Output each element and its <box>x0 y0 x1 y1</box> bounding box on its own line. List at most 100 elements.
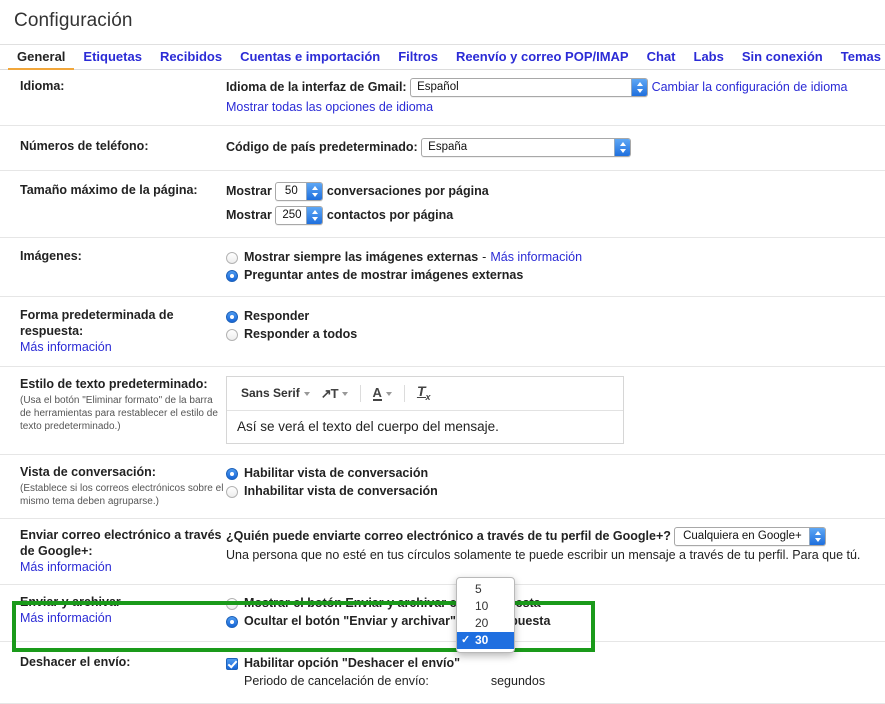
tab-recibidos[interactable]: Recibidos <box>151 47 231 69</box>
radio-reply-all-icon[interactable] <box>226 329 238 341</box>
row-default-reply-label: Forma predeterminada de respuesta: Más i… <box>0 307 226 355</box>
radio-send-archive-show-icon[interactable] <box>226 598 238 610</box>
stepper-arrows-icon[interactable] <box>809 528 825 545</box>
conversation-view-label-text: Vista de conversación: <box>20 465 156 479</box>
undo-send-period-label: Periodo de cancelación de envío: <box>244 673 429 690</box>
row-send-and-archive: Enviar y archivar Más información Mostra… <box>0 585 885 642</box>
text-style-toolbar: Sans Serif ↗T A Tx <box>227 377 623 411</box>
row-language: Idioma: Idioma de la interfaz de Gmail: … <box>0 70 885 126</box>
row-default-reply-body: Responder Responder a todos <box>226 307 885 355</box>
text-color-button[interactable]: A <box>369 384 396 403</box>
row-images-label: Imágenes: <box>0 248 226 285</box>
dropdown-option-10[interactable]: 10 <box>457 598 514 615</box>
row-google-plus-label: Enviar correo electrónico a través de Go… <box>0 527 226 575</box>
row-conversation-view: Vista de conversación: (Establece si los… <box>0 455 885 519</box>
row-undo-send: Deshacer el envío: Habilitar opción "Des… <box>0 642 885 704</box>
conversation-enable-label: Habilitar vista de conversación <box>244 465 428 482</box>
show-word-contacts: Mostrar <box>226 208 272 222</box>
font-family-value: Sans Serif <box>241 385 300 402</box>
checkbox-undo-send-icon[interactable] <box>226 658 238 670</box>
google-plus-audience-select[interactable]: Cualquiera en Google+ <box>674 527 826 546</box>
google-plus-more-info-link[interactable]: Más información <box>20 560 112 574</box>
row-phone-numbers: Números de teléfono: Código de país pred… <box>0 126 885 171</box>
google-plus-audience-value: Cualquiera en Google+ <box>675 528 809 545</box>
conversation-view-hint: (Establece si los correos electrónicos s… <box>20 482 226 508</box>
row-page-size-body: Mostrar 50 conversaciones por página Mos… <box>226 182 885 225</box>
settings-rows: Idioma: Idioma de la interfaz de Gmail: … <box>0 70 885 704</box>
stepper-arrows-icon[interactable] <box>631 79 647 96</box>
row-phone-numbers-body: Código de país predeterminado: España <box>226 138 885 157</box>
change-language-settings-link[interactable]: Cambiar la configuración de idioma <box>652 80 848 94</box>
contacts-per-page-select[interactable]: 250 <box>275 206 323 225</box>
images-more-info-link[interactable]: Más información <box>490 249 582 266</box>
row-default-text-style-label: Estilo de texto predeterminado: (Usa el … <box>0 376 226 444</box>
tab-labs[interactable]: Labs <box>685 47 733 69</box>
row-send-and-archive-body: Mostrar el botón Enviar y archivar en la… <box>226 594 885 631</box>
radio-images-always-icon[interactable] <box>226 252 238 264</box>
contacts-per-page-value: 250 <box>276 207 306 224</box>
tab-temas[interactable]: Temas <box>832 47 885 69</box>
default-text-style-editor: Sans Serif ↗T A Tx <box>226 376 624 444</box>
stepper-arrows-icon[interactable] <box>306 183 322 200</box>
images-option-ask[interactable]: Preguntar antes de mostrar imágenes exte… <box>226 267 879 284</box>
default-reply-label-text: Forma predeterminada de respuesta: <box>20 308 174 338</box>
row-google-plus-email: Enviar correo electrónico a través de Go… <box>0 519 885 585</box>
dropdown-option-5[interactable]: 5 <box>457 581 514 598</box>
send-archive-option-show[interactable]: Mostrar el botón Enviar y archivar en la… <box>226 595 879 612</box>
country-code-select[interactable]: España <box>421 138 631 157</box>
page-title-text: Configuración <box>0 0 885 32</box>
reply-option-reply-all[interactable]: Responder a todos <box>226 326 879 343</box>
language-select[interactable]: Español <box>410 78 648 97</box>
show-word-conversations: Mostrar <box>226 184 272 198</box>
stepper-arrows-icon[interactable] <box>306 207 322 224</box>
dropdown-option-30[interactable]: 30 <box>457 632 514 649</box>
row-images-body: Mostrar siempre las imágenes externas - … <box>226 248 885 285</box>
radio-reply-icon[interactable] <box>226 311 238 323</box>
radio-conversation-enable-icon[interactable] <box>226 468 238 480</box>
tab-etiquetas[interactable]: Etiquetas <box>74 47 151 69</box>
row-phone-numbers-label: Números de teléfono: <box>0 138 226 157</box>
send-archive-more-info-link[interactable]: Más información <box>20 611 112 625</box>
tab-general[interactable]: General <box>8 47 74 70</box>
conversations-per-page-value: 50 <box>276 183 306 200</box>
google-plus-question: ¿Quién puede enviarte correo electrónico… <box>226 529 671 543</box>
text-color-icon: A <box>373 386 382 401</box>
font-family-button[interactable]: Sans Serif <box>237 383 314 404</box>
tab-sin-conexion[interactable]: Sin conexión <box>733 47 832 69</box>
images-option-always[interactable]: Mostrar siempre las imágenes externas - … <box>226 249 879 266</box>
language-select-value: Español <box>411 79 631 96</box>
tab-chat[interactable]: Chat <box>638 47 685 69</box>
row-google-plus-body: ¿Quién puede enviarte correo electrónico… <box>226 527 885 575</box>
show-all-language-options-link[interactable]: Mostrar todas las opciones de idioma <box>226 100 433 114</box>
row-page-size-label: Tamaño máximo de la página: <box>0 182 226 225</box>
stepper-arrows-icon[interactable] <box>614 139 630 156</box>
reply-label: Responder <box>244 308 309 325</box>
undo-send-period-dropdown[interactable]: 5 10 20 30 <box>456 577 515 653</box>
radio-conversation-disable-icon[interactable] <box>226 486 238 498</box>
default-reply-more-info-link[interactable]: Más información <box>20 340 112 354</box>
tab-reenvio-pop-imap[interactable]: Reenvío y correo POP/IMAP <box>447 47 638 69</box>
images-ask-label: Preguntar antes de mostrar imágenes exte… <box>244 267 523 284</box>
row-send-and-archive-label: Enviar y archivar Más información <box>0 594 226 631</box>
tab-cuentas-e-importacion[interactable]: Cuentas e importación <box>231 47 389 69</box>
text-style-label-text: Estilo de texto predeterminado: <box>20 377 208 391</box>
conversations-per-page-select[interactable]: 50 <box>275 182 323 201</box>
remove-formatting-button[interactable]: Tx <box>413 382 435 406</box>
radio-images-ask-icon[interactable] <box>226 270 238 282</box>
tab-filtros[interactable]: Filtros <box>389 47 447 69</box>
row-undo-send-label: Deshacer el envío: <box>0 654 226 691</box>
send-archive-option-hide[interactable]: Ocultar el botón "Enviar y archivar" en … <box>226 613 879 630</box>
conversation-view-option-enable[interactable]: Habilitar vista de conversación <box>226 465 879 482</box>
undo-send-period-suffix: segundos <box>491 673 545 690</box>
country-code-field-label: Código de país predeterminado: <box>226 140 418 154</box>
radio-send-archive-hide-icon[interactable] <box>226 616 238 628</box>
row-images: Imágenes: Mostrar siempre las imágenes e… <box>0 238 885 297</box>
font-size-button[interactable]: ↗T <box>317 383 352 404</box>
row-conversation-view-body: Habilitar vista de conversación Inhabili… <box>226 464 885 508</box>
conversation-view-option-disable[interactable]: Inhabilitar vista de conversación <box>226 483 879 500</box>
reply-option-reply[interactable]: Responder <box>226 308 879 325</box>
google-plus-label-text: Enviar correo electrónico a través de Go… <box>20 528 221 558</box>
dropdown-option-20[interactable]: 20 <box>457 615 514 632</box>
remove-formatting-icon: Tx <box>417 384 431 404</box>
row-default-text-style-body: Sans Serif ↗T A Tx <box>226 376 885 444</box>
